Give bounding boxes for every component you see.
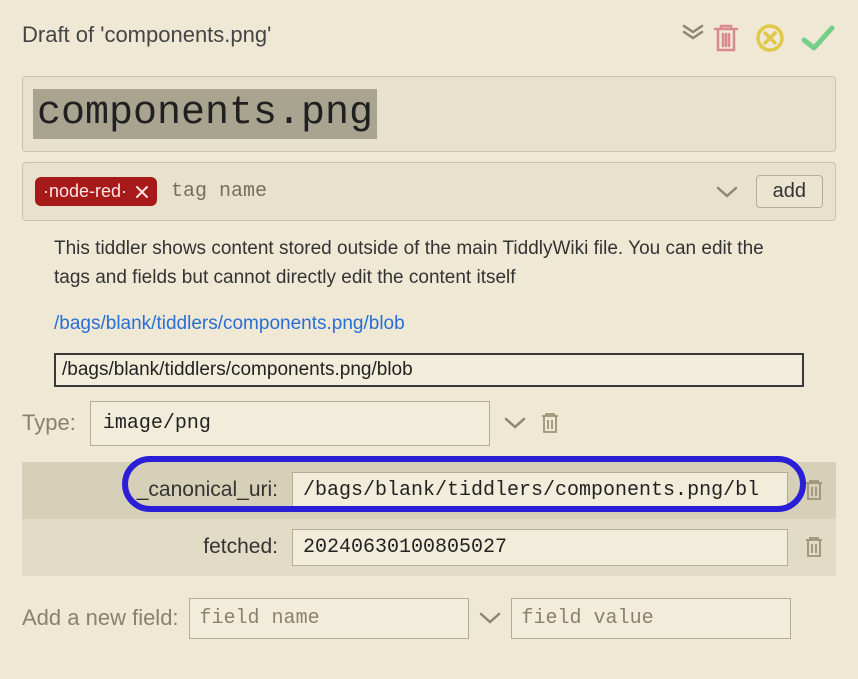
delete-icon[interactable] bbox=[712, 22, 740, 54]
field-name-dropdown-icon[interactable] bbox=[479, 611, 501, 625]
field-value-input[interactable] bbox=[292, 472, 788, 509]
field-value-input[interactable] bbox=[292, 529, 788, 566]
type-label: Type: bbox=[22, 410, 76, 436]
clear-type-icon[interactable] bbox=[540, 411, 560, 435]
new-field-value-input[interactable] bbox=[511, 598, 791, 639]
tags-container: ·node-red· add bbox=[22, 162, 836, 221]
type-dropdown-icon[interactable] bbox=[504, 416, 526, 430]
add-field-label: Add a new field: bbox=[22, 605, 179, 631]
type-input[interactable] bbox=[90, 401, 490, 446]
confirm-icon[interactable] bbox=[800, 22, 836, 54]
tag-dropdown-icon[interactable] bbox=[716, 185, 738, 199]
add-tag-button[interactable]: add bbox=[756, 175, 823, 208]
more-actions-icon[interactable] bbox=[682, 24, 704, 42]
title-input-container[interactable]: components.png bbox=[22, 76, 836, 152]
cancel-icon[interactable] bbox=[754, 22, 786, 54]
canonical-uri-input[interactable] bbox=[54, 353, 804, 387]
field-label: _canonical_uri: bbox=[34, 478, 282, 502]
body-panel: This tiddler shows content stored outsid… bbox=[22, 221, 836, 401]
field-label: fetched: bbox=[34, 535, 282, 559]
canonical-uri-link[interactable]: /bags/blank/tiddlers/components.png/blob bbox=[54, 313, 405, 334]
remove-tag-icon[interactable] bbox=[135, 185, 149, 199]
tag-name-input[interactable] bbox=[169, 179, 369, 204]
new-field-name-input[interactable] bbox=[189, 598, 469, 639]
body-description: This tiddler shows content stored outsid… bbox=[54, 235, 804, 292]
delete-field-icon[interactable] bbox=[804, 478, 824, 502]
delete-field-icon[interactable] bbox=[804, 535, 824, 559]
title-input[interactable]: components.png bbox=[33, 89, 377, 139]
tag-pill[interactable]: ·node-red· bbox=[35, 177, 157, 206]
field-row: fetched: bbox=[22, 519, 836, 576]
draft-title: Draft of 'components.png' bbox=[22, 22, 271, 48]
tag-label: ·node-red· bbox=[43, 181, 127, 202]
field-row: _canonical_uri: bbox=[22, 462, 836, 519]
